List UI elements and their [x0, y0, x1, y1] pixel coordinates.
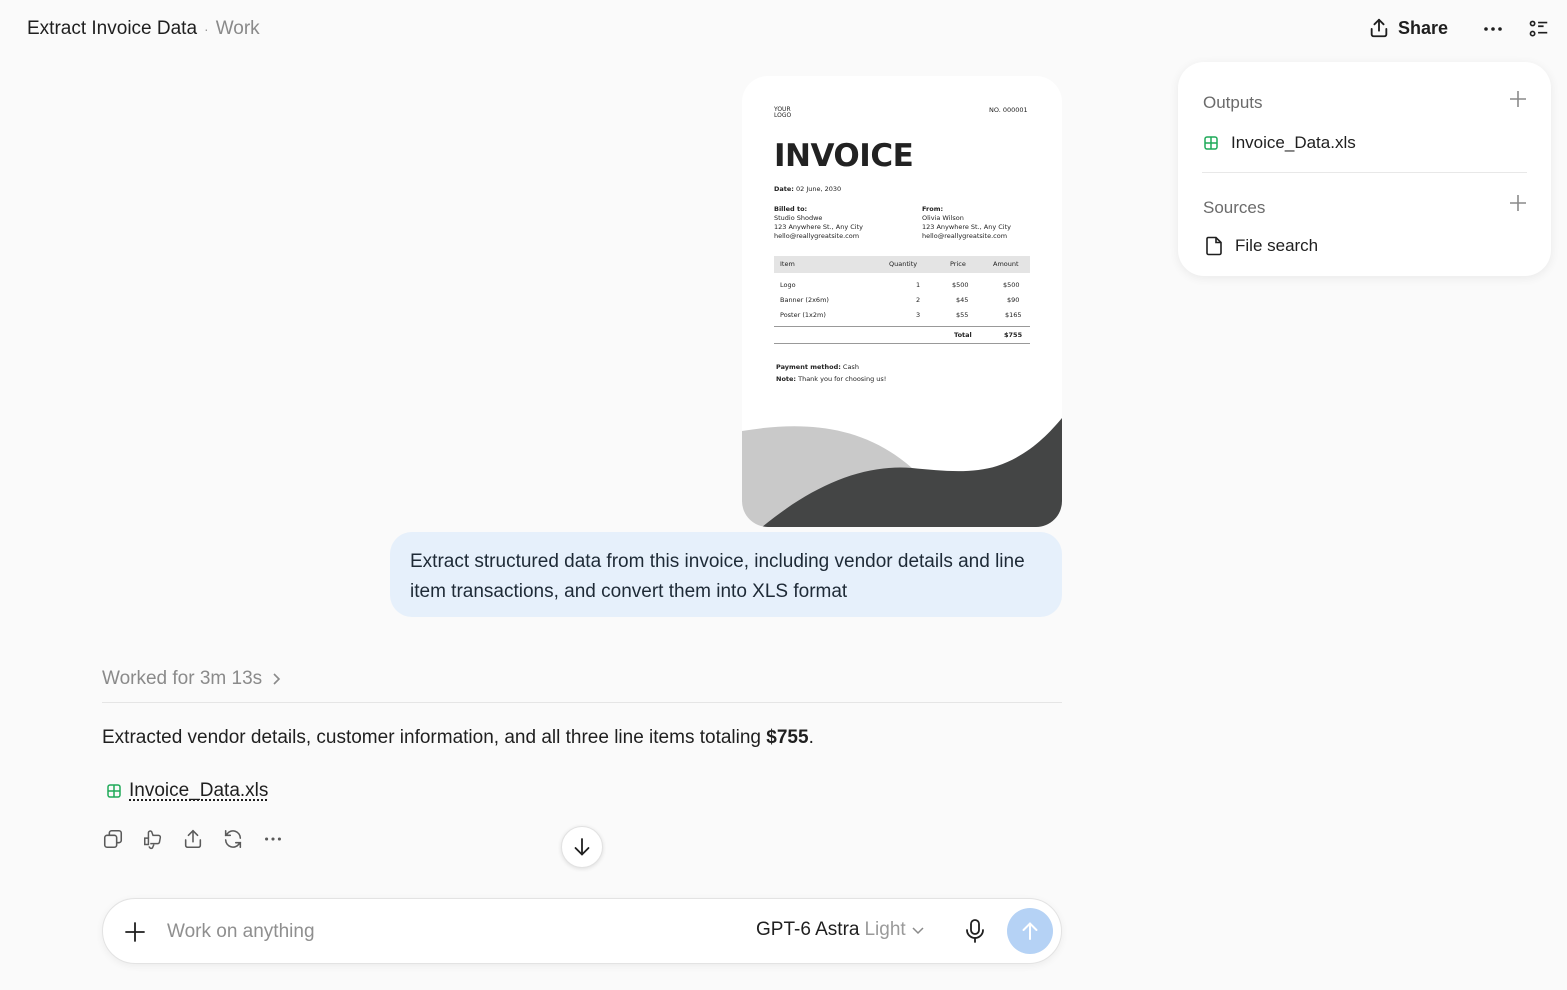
payment-value: Cash	[842, 363, 859, 371]
invoice-rule	[774, 343, 1030, 344]
output-file-link[interactable]: Invoice_Data.xls	[106, 780, 268, 802]
model-name: GPT-6 Astra	[756, 919, 860, 940]
summary-end: .	[808, 727, 814, 748]
sources-heading: Sources	[1203, 198, 1266, 217]
prompt-input[interactable]	[167, 917, 727, 947]
invoice-cell: Poster (1x2m)	[780, 311, 826, 319]
from-line: hello@reallygreatsite.com	[922, 232, 1008, 240]
title-separator: ·	[204, 21, 209, 37]
invoice-cell: 1	[916, 281, 921, 289]
invoice-logo: YOUR LOGO	[774, 107, 791, 119]
document-icon	[1206, 236, 1222, 256]
chevron-down-icon	[912, 927, 924, 935]
workspace-label[interactable]: Work	[216, 18, 260, 39]
response-divider	[102, 702, 1062, 703]
worked-duration-toggle[interactable]: Worked for 3m 13s	[102, 668, 282, 690]
invoice-total-label: Total	[954, 331, 972, 339]
billed-to-line: hello@reallygreatsite.com	[774, 232, 860, 240]
billed-to-line: 123 Anywhere St., Any City	[774, 223, 864, 231]
add-output-icon[interactable]	[1508, 89, 1528, 109]
invoice-payment: Payment method: Cash	[776, 363, 859, 372]
summary-amount: $755	[766, 727, 809, 748]
invoice-col-header: Amount	[993, 260, 1019, 268]
add-source-icon[interactable]	[1508, 193, 1528, 213]
invoice-col-header: Quantity	[889, 260, 918, 268]
source-item[interactable]: File search	[1205, 236, 1318, 256]
share-label: Share	[1398, 17, 1449, 38]
arrow-down-icon	[574, 838, 590, 856]
worked-duration-label: Worked for 3m 13s	[102, 668, 263, 689]
invoice-note: Note: Thank you for choosing us!	[776, 375, 886, 384]
share-response-icon[interactable]	[182, 828, 204, 850]
output-file-name: Invoice_Data.xls	[1231, 133, 1356, 152]
invoice-cell: $165	[1005, 311, 1022, 319]
more-options-icon[interactable]	[1481, 17, 1505, 41]
payment-label: Payment method:	[776, 363, 841, 371]
side-panel: Outputs Invoice_Data.xls Sources File se…	[1178, 62, 1551, 276]
output-file-item[interactable]: Invoice_Data.xls	[1203, 133, 1356, 153]
note-label: Note:	[776, 375, 797, 383]
invoice-from: From: Olivia Wilson 123 Anywhere St., An…	[922, 205, 1011, 241]
invoice-col-header: Item	[780, 260, 795, 268]
share-button[interactable]: Share	[1368, 17, 1448, 39]
more-actions-icon[interactable]	[262, 828, 284, 850]
invoice-total-value: $755	[1004, 331, 1023, 339]
add-attachment-icon[interactable]	[123, 920, 147, 944]
conversation-title: Extract Invoice Data	[27, 18, 198, 39]
scroll-to-bottom-button[interactable]	[561, 826, 603, 868]
invoice-date-label: Date:	[774, 185, 794, 193]
microphone-icon[interactable]	[964, 918, 986, 944]
invoice-cell: 2	[916, 296, 921, 304]
page-title: Extract Invoice Data · Work	[27, 18, 260, 40]
output-file-link-label: Invoice_Data.xls	[129, 780, 269, 801]
invoice-col-header: Price	[950, 260, 966, 268]
panel-toggle-icon[interactable]	[1528, 18, 1550, 40]
from-label: From:	[922, 205, 944, 213]
from-line: 123 Anywhere St., Any City	[922, 223, 1012, 231]
share-icon	[1370, 18, 1388, 38]
user-message: Extract structured data from this invoic…	[390, 532, 1062, 617]
invoice-heading: INVOICE	[774, 138, 914, 174]
outputs-heading: Outputs	[1203, 93, 1263, 112]
response-summary: Extracted vendor details, customer infor…	[102, 727, 814, 749]
invoice-date-value: 02 June, 2030	[795, 185, 842, 193]
invoice-date: Date: 02 June, 2030	[774, 185, 841, 194]
summary-text: Extracted vendor details, customer infor…	[102, 727, 767, 748]
invoice-image[interactable]: YOUR LOGO NO. 000001 INVOICE Date: 02 Ju…	[742, 76, 1062, 527]
regenerate-icon[interactable]	[222, 828, 244, 850]
model-variant: Light	[864, 919, 906, 940]
send-button[interactable]	[1007, 908, 1053, 954]
source-item-label: File search	[1235, 236, 1319, 255]
message-actions	[102, 828, 284, 850]
feedback-thumbs-icon[interactable]	[142, 828, 164, 850]
invoice-cell: $55	[956, 311, 969, 319]
invoice-rule	[774, 326, 1030, 327]
invoice-logo-line: LOGO	[774, 112, 792, 119]
spreadsheet-icon	[107, 784, 121, 798]
invoice-wave-graphic	[742, 418, 1062, 527]
invoice-billed-to: Billed to: Studio Shodwe 123 Anywhere St…	[774, 205, 863, 241]
invoice-cell: $45	[956, 296, 969, 304]
invoice-cell: $500	[1003, 281, 1020, 289]
chevron-right-icon	[273, 673, 281, 685]
invoice-cell: Banner (2x6m)	[780, 296, 829, 304]
composer: GPT-6 Astra Light	[102, 898, 1062, 964]
spreadsheet-icon	[1204, 136, 1218, 150]
billed-to-line: Studio Shodwe	[774, 214, 823, 222]
invoice-cell: 3	[916, 311, 921, 319]
arrow-up-icon	[1022, 922, 1038, 940]
invoice-cell: $90	[1007, 296, 1020, 304]
model-selector[interactable]: GPT-6 Astra Light	[756, 919, 925, 941]
from-line: Olivia Wilson	[922, 214, 964, 222]
invoice-cell: Logo	[780, 281, 796, 289]
copy-icon[interactable]	[102, 828, 124, 850]
note-value: Thank you for choosing us!	[798, 375, 887, 383]
billed-to-label: Billed to:	[774, 205, 808, 213]
invoice-number: NO. 000001	[989, 106, 1028, 114]
panel-divider	[1202, 172, 1527, 173]
invoice-cell: $500	[952, 281, 969, 289]
